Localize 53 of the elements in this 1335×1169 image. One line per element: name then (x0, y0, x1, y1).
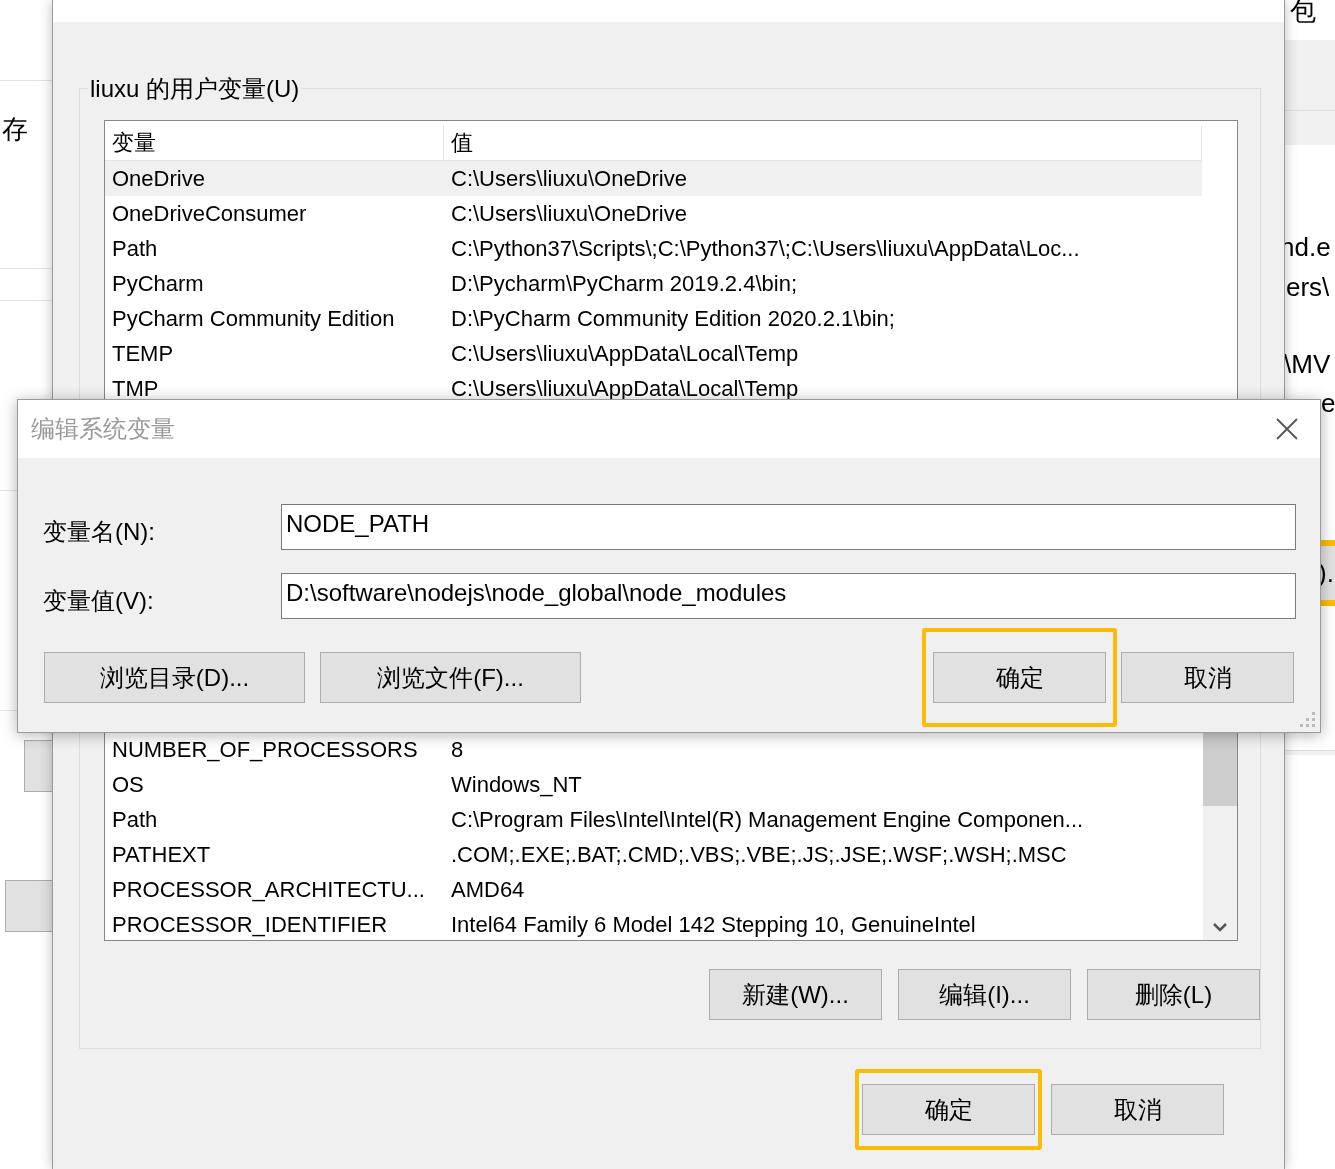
cancel-button[interactable]: 取消 (1051, 1084, 1224, 1135)
dialog-button[interactable]: 浏览目录(D)... (44, 652, 305, 703)
background-button[interactable] (5, 880, 53, 932)
variable-value: C:\Users\liuxu\OneDrive (450, 165, 688, 192)
variable-value: C:\Users\liuxu\AppData\Local\Temp (450, 375, 800, 402)
dialog-button[interactable]: 取消 (1121, 652, 1294, 703)
variable-value: C:\Python37\Scripts\;C:\Python37\;C:\Users\liuxu\AppData\Loc... (450, 235, 1081, 262)
variable-name: PyCharm (111, 270, 205, 297)
dialog-button[interactable]: 浏览文件(F)... (320, 652, 581, 703)
variable-value: D:\PyCharm Community Edition 2020.2.1\bin; (450, 305, 896, 332)
dialog-title: 编辑系统变量 (31, 414, 175, 444)
background-text: 存 (2, 113, 28, 146)
variable-value: .COM;.EXE;.BAT;.CMD;.VBS;.VBE;.JS;.JSE;.WSF;.WSH;.MSC (450, 841, 1068, 868)
close-icon[interactable] (1276, 418, 1298, 440)
variable-name: NUMBER_OF_PROCESSORS (111, 736, 419, 763)
action-button[interactable]: 新建(W)... (709, 969, 882, 1020)
variable-value: C:\Program Files\Intel\Intel(R) Management Engine Componen... (450, 806, 1085, 833)
variable-value: C:\Users\liuxu\OneDrive (450, 200, 688, 227)
action-button[interactable]: 删除(L) (1087, 969, 1260, 1020)
group-title: liuxu 的用户变量(U) (88, 73, 302, 105)
variable-name: OneDrive (111, 165, 206, 192)
variable-value: D:\Pycharm\PyCharm 2019.2.4\bin; (450, 270, 799, 297)
variable-name: Path (111, 806, 159, 833)
chevron-down-icon[interactable] (1213, 923, 1227, 932)
input-field[interactable]: NODE_PATH (281, 504, 1296, 550)
variable-name: OneDriveConsumer (111, 200, 308, 227)
dialog-button[interactable]: 确定 (933, 652, 1106, 703)
field-label: 变量名(N): (43, 517, 156, 547)
background-text: \MV (1284, 349, 1331, 380)
action-button[interactable]: 编辑(I)... (898, 969, 1071, 1020)
variable-name: TMP (111, 375, 160, 402)
background-button[interactable] (24, 740, 53, 792)
variable-name: PATHEXT (111, 841, 212, 868)
column-header[interactable]: 变量 (105, 125, 444, 160)
list-row[interactable]: OneDrive C:\Users\liuxu\OneDrive (105, 161, 1202, 196)
variable-value: Windows_NT (450, 771, 583, 798)
background-text: ers\ (1286, 272, 1330, 303)
resize-grip-icon[interactable] (1300, 712, 1316, 728)
variable-name: PyCharm Community Edition (111, 305, 396, 332)
variable-value: AMD64 (450, 876, 526, 903)
ok-button[interactable]: 确定 (862, 1084, 1035, 1135)
variable-value: C:\Users\liuxu\AppData\Local\Temp (450, 340, 800, 367)
variable-name: PROCESSOR_ARCHITECTU... (111, 876, 426, 903)
variable-name: TEMP (111, 340, 175, 367)
variable-name: PROCESSOR_IDENTIFIER (111, 911, 389, 938)
variable-value: 8 (450, 736, 465, 763)
input-field[interactable]: D:\software\nodejs\node_global\node_modules (281, 573, 1296, 619)
field-label: 变量值(V): (43, 586, 155, 616)
variable-value: Intel64 Family 6 Model 142 Stepping 10, GenuineIntel (450, 911, 977, 938)
variable-name: Path (111, 235, 159, 262)
background-text: e (1321, 388, 1335, 419)
variable-name: OS (111, 771, 145, 798)
column-header[interactable]: 值 (444, 125, 1202, 160)
